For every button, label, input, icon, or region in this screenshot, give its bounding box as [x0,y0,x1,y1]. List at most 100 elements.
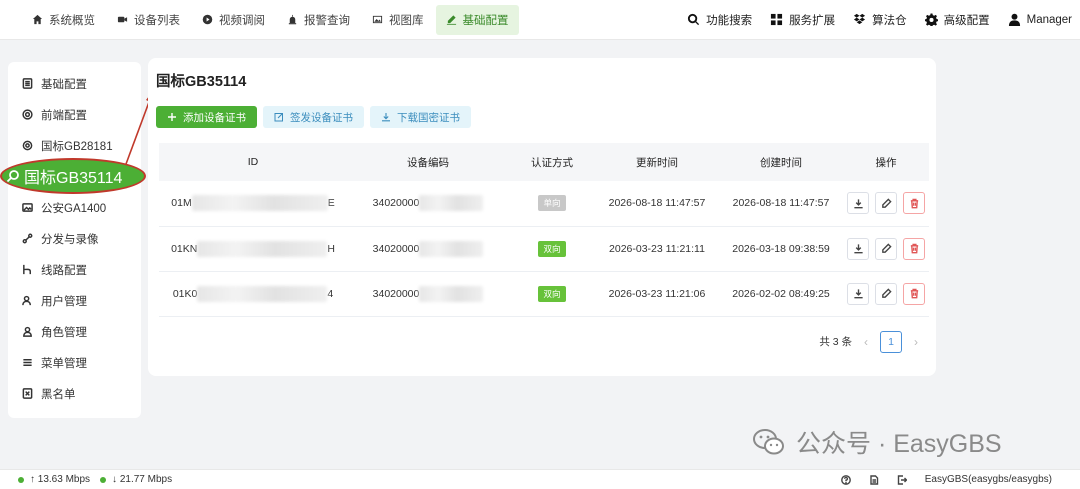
main-content-card: 国标GB35114 添加设备证书 签发设备证书 下载国密证书 ID 设备编码 认… [148,58,936,376]
document-icon[interactable] [869,474,879,485]
cell-created: 2026-08-18 11:47:57 [719,181,843,227]
redacted-id [197,285,328,302]
table-row: 01KN H 34020000 双向 2026-03-23 11:21:11 20… [159,226,929,272]
video-camera-icon [117,16,128,23]
nav-item-basic-config[interactable]: 基础配置 [435,4,519,35]
status-dot [18,476,24,483]
delete-button[interactable] [903,237,925,260]
sidebar-item-ga1400[interactable]: 公安GA1400 [8,192,141,223]
edit-icon [881,198,892,208]
menu-icon [23,359,32,366]
list-icon [22,78,33,89]
button-label: 添加设备证书 [183,111,246,124]
trash-icon [910,198,918,209]
user-menu[interactable]: Manager [1008,13,1072,26]
trash-icon [910,243,918,254]
sidebar-item-route-config[interactable]: 线路配置 [8,254,141,285]
service-extension-button[interactable]: 服务扩展 [770,12,835,28]
delete-button[interactable] [903,192,925,215]
delete-button[interactable] [903,282,925,305]
table-row: 01K0 4 34020000 双向 2026-03-23 11:21:06 20… [159,271,929,317]
next-page-button[interactable]: › [914,335,918,349]
upload-speed-value: ↑ 13.63 Mbps [30,474,91,485]
auth-badge: 双向 [538,240,566,257]
nav-item-view-library[interactable]: 视图库 [362,5,434,35]
edit-button[interactable] [875,192,897,215]
sidebar-item-distribution[interactable]: 分发与录像 [8,223,141,254]
upload-speed: ↑ 13.63 Mbps [18,474,90,485]
sidebar-item-blacklist[interactable]: 黑名单 [8,378,141,409]
edit-icon [881,288,892,298]
algorithm-store-button[interactable]: 算法仓 [853,12,907,28]
redacted-id [191,195,328,212]
advanced-config-button[interactable]: 高级配置 [924,12,990,28]
home-icon [32,14,43,25]
tool-label: 功能搜索 [706,14,753,27]
cell-device-code: 34020000 [347,181,509,227]
cell-created: 2026-03-18 09:38:59 [719,226,843,272]
sidebar-item-label: 用户管理 [41,295,87,308]
sidebar-item-label: 角色管理 [41,326,87,339]
download-button[interactable] [847,192,869,215]
user-name: Manager [1026,13,1072,26]
id-visible-suffix: E [327,197,335,210]
nav-item-video[interactable]: 视频调阅 [192,5,275,35]
prev-page-button[interactable]: ‹ [864,335,868,349]
edit-button[interactable] [875,237,897,260]
edit-button[interactable] [875,282,897,305]
nav-item-label: 报警查询 [304,14,350,27]
user-icon [22,295,31,306]
page-number-button[interactable]: 1 [880,330,902,353]
nav-item-device-list[interactable]: 设备列表 [107,5,190,35]
column-header-device-code: 设备编码 [347,143,509,181]
grid-icon [771,13,783,26]
edit-square-icon [274,113,283,122]
download-button[interactable] [847,237,869,260]
add-device-cert-button[interactable]: 添加设备证书 [156,106,257,128]
cell-device-code: 34020000 [347,271,509,317]
edit-icon [446,15,456,25]
sidebar-item-menu-management[interactable]: 菜单管理 [8,347,141,378]
alarm-icon [288,14,297,25]
download-sm-cert-button[interactable]: 下载国密证书 [370,106,471,128]
cell-updated: 2026-03-23 11:21:11 [595,226,719,272]
sidebar-item-role-management[interactable]: 角色管理 [8,316,141,347]
highlighted-sidebar-item-gb35114[interactable]: 国标GB35114 [0,158,146,194]
logout-icon[interactable] [897,474,907,485]
code-visible-prefix: 34020000 [372,242,420,255]
status-bar-right: EasyGBS(easygbs/easygbs) [840,474,1080,485]
sidebar-item-label: 基础配置 [41,78,87,91]
download-icon [853,244,863,254]
nav-item-overview[interactable]: 系统概览 [22,5,105,35]
route-icon [23,264,31,275]
edit-icon [881,243,892,253]
row-actions [843,237,929,260]
sidebar-item-label: 前端配置 [41,109,87,122]
cell-auth: 单向 [509,181,595,227]
pagination-total: 共 3 条 [819,336,852,348]
download-button[interactable] [847,282,869,305]
nav-item-alarm[interactable]: 报警查询 [277,5,360,35]
user-icon [1008,13,1020,26]
sidebar-item-user-management[interactable]: 用户管理 [8,285,141,316]
sign-device-cert-button[interactable]: 签发设备证书 [263,106,364,128]
watermark-text: 公众号 · EasyGBS [796,430,1002,458]
sidebar-item-label: 菜单管理 [41,357,87,370]
help-icon[interactable] [840,474,851,485]
cell-actions [843,226,929,272]
feature-search-button[interactable]: 功能搜索 [687,12,752,28]
target-icon [22,109,33,120]
table-row: 01M E 34020000 单向 2026-08-18 11:47:57 202… [159,181,929,227]
row-actions [843,282,929,305]
download-icon [853,289,863,299]
sidebar-item-label: 分发与录像 [41,233,99,246]
nav-item-label: 视频调阅 [219,14,265,27]
main-nav: 系统概览 设备列表 视频调阅 报警查询 视图库 基础配置 [0,0,521,39]
cell-id: 01M E [159,181,347,227]
cell-created: 2026-02-02 08:49:25 [719,271,843,317]
id-visible-prefix: 01KN [171,242,198,255]
column-header-id: ID [159,143,347,181]
redacted-id [197,240,328,257]
status-bar: ↑ 13.63 Mbps ↓ 21.77 Mbps EasyGBS(easygb… [0,469,1080,489]
cell-id: 01K0 4 [159,271,347,317]
